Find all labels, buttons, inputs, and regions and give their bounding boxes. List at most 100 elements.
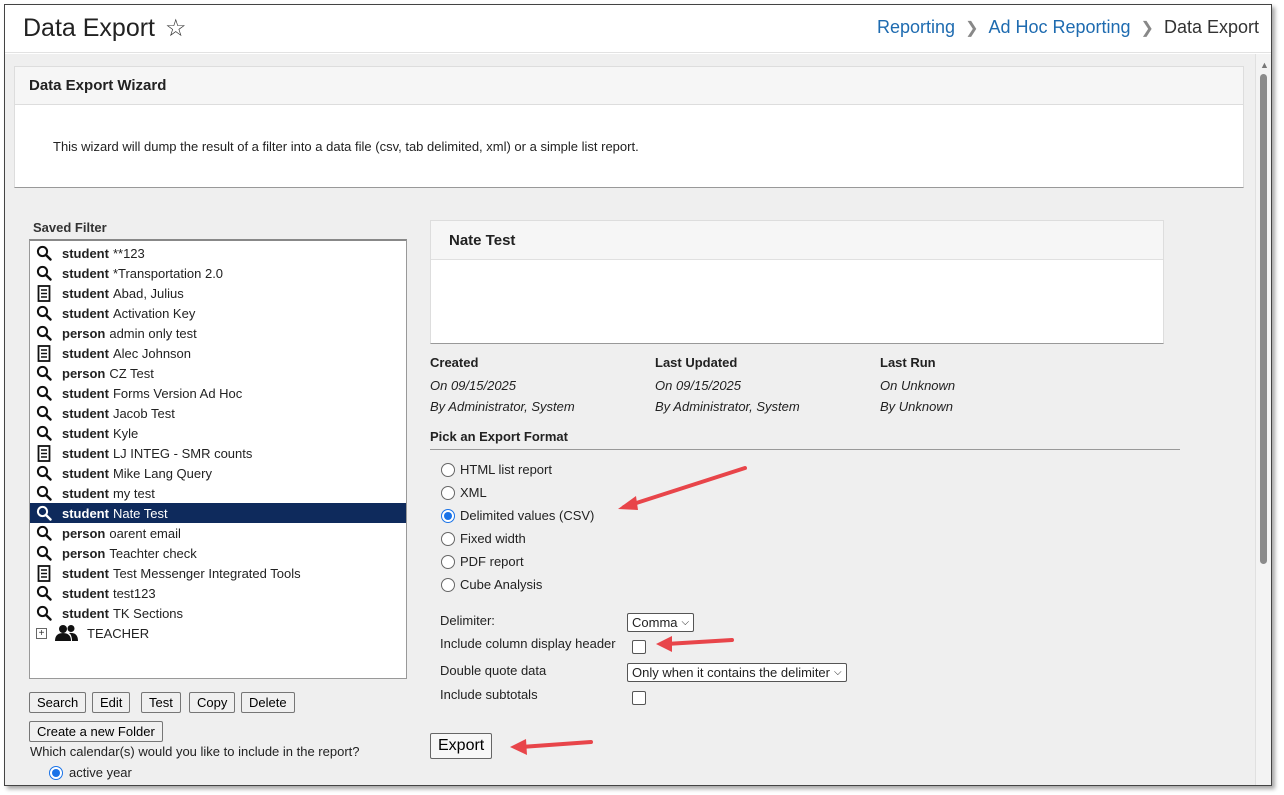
format-option-pdf[interactable]: PDF report	[441, 554, 524, 569]
export-button[interactable]: Export	[430, 733, 493, 759]
filter-list-item[interactable]: student Alec Johnson	[30, 343, 406, 363]
double-quote-select[interactable]: Only when it contains the delimiter ⌵	[627, 663, 847, 682]
column-header-label: Include column display header	[440, 636, 616, 651]
format-label: HTML list report	[460, 462, 552, 477]
active-year-label: active year	[69, 765, 132, 780]
filter-list-item[interactable]: student Nate Test	[30, 503, 406, 523]
wizard-description: This wizard will dump the result of a fi…	[14, 104, 1244, 188]
scrollbar-thumb[interactable]	[1260, 74, 1267, 564]
search-icon	[34, 464, 54, 482]
annotation-arrow-icon	[510, 739, 593, 755]
active-year-option[interactable]: active year	[49, 765, 132, 780]
filter-name: LJ INTEG - SMR counts	[112, 445, 253, 461]
format-option-csv[interactable]: Delimited values (CSV)	[441, 508, 594, 523]
filter-list-item[interactable]: student my test	[30, 483, 406, 503]
folder-item-teacher[interactable]: + TEACHER	[30, 623, 406, 643]
filter-name: Mike Lang Query	[112, 465, 212, 481]
filter-type: student	[62, 585, 109, 601]
filter-name: Activation Key	[112, 305, 196, 321]
test-button[interactable]: Test	[141, 692, 181, 713]
filter-list-item[interactable]: student test123	[30, 583, 406, 603]
filter-list-item[interactable]: student Forms Version Ad Hoc	[30, 383, 406, 403]
filter-list-item[interactable]: student Abad, Julius	[30, 283, 406, 303]
delimiter-value: Comma	[632, 615, 678, 630]
format-option-fixed-width[interactable]: Fixed width	[441, 531, 526, 546]
search-icon	[34, 604, 54, 622]
subtotals-checkbox[interactable]	[632, 691, 646, 705]
search-icon	[34, 404, 54, 422]
search-icon	[34, 304, 54, 322]
filter-type: student	[62, 285, 109, 301]
saved-filter-list[interactable]: student **123 student *Transportation 2.0 st…	[29, 239, 407, 679]
last-run-by: By Unknown	[880, 399, 953, 414]
filter-list-item[interactable]: student Jacob Test	[30, 403, 406, 423]
chevron-right-icon: ❯	[1140, 19, 1154, 37]
filter-list-item[interactable]: student Mike Lang Query	[30, 463, 406, 483]
expand-icon[interactable]: +	[36, 627, 47, 639]
filter-type: student	[62, 605, 109, 621]
format-radio[interactable]	[441, 485, 455, 500]
format-label: Cube Analysis	[460, 577, 543, 592]
format-radio[interactable]	[441, 577, 455, 592]
filter-name: **123	[112, 245, 145, 261]
format-radio-selected[interactable]	[441, 508, 455, 523]
filter-name: TK Sections	[112, 605, 184, 621]
filter-name: Nate Test	[112, 505, 168, 521]
filter-list-item[interactable]: person oarent email	[30, 523, 406, 543]
search-button[interactable]: Search	[29, 692, 87, 713]
double-quote-label: Double quote data	[440, 663, 547, 678]
filter-type: person	[62, 545, 106, 561]
list-icon	[34, 444, 54, 462]
delimiter-select[interactable]: Comma ⌵	[627, 613, 695, 632]
format-label: PDF report	[460, 554, 524, 569]
filter-type: student	[62, 505, 109, 521]
filter-name: *Transportation 2.0	[112, 265, 224, 281]
filter-type: student	[62, 345, 109, 361]
subtotals-label: Include subtotals	[440, 687, 538, 702]
list-icon	[34, 284, 54, 302]
search-icon	[34, 524, 54, 542]
filter-list-item[interactable]: student Activation Key	[30, 303, 406, 323]
breadcrumb-reporting[interactable]: Reporting	[877, 17, 955, 38]
format-option-xml[interactable]: XML	[441, 485, 487, 500]
edit-button[interactable]: Edit	[92, 692, 131, 713]
breadcrumb-ad-hoc-reporting[interactable]: Ad Hoc Reporting	[988, 17, 1130, 38]
filter-name: Forms Version Ad Hoc	[112, 385, 243, 401]
search-icon	[34, 364, 54, 382]
wizard-title: Data Export Wizard	[14, 66, 1244, 104]
page-title-text: Data Export	[23, 14, 156, 42]
filter-name: Teachter check	[109, 545, 197, 561]
format-radio[interactable]	[441, 531, 455, 546]
format-option-cube[interactable]: Cube Analysis	[441, 577, 542, 592]
filter-list-item[interactable]: person admin only test	[30, 323, 406, 343]
filter-list-item[interactable]: student **123	[30, 243, 406, 263]
delete-button[interactable]: Delete	[241, 692, 295, 713]
star-icon[interactable]: ☆	[165, 16, 187, 41]
filter-list-item[interactable]: student TK Sections	[30, 603, 406, 623]
main-content: Data Export Wizard This wizard will dump…	[5, 54, 1255, 785]
filter-list-item[interactable]: student LJ INTEG - SMR counts	[30, 443, 406, 463]
search-icon	[34, 584, 54, 602]
format-radio[interactable]	[441, 554, 455, 569]
filter-list-item[interactable]: student Test Messenger Integrated Tools	[30, 563, 406, 583]
filter-name: Jacob Test	[112, 405, 175, 421]
search-icon	[34, 384, 54, 402]
create-folder-button[interactable]: Create a new Folder	[29, 721, 163, 742]
list-icon	[34, 344, 54, 362]
last-run-label: Last Run	[880, 355, 936, 370]
copy-button[interactable]: Copy	[189, 692, 236, 713]
filter-list-item[interactable]: person CZ Test	[30, 363, 406, 383]
format-radio[interactable]	[441, 462, 455, 477]
active-year-radio[interactable]	[49, 765, 63, 780]
vertical-scrollbar[interactable]: ▲	[1255, 54, 1271, 785]
filter-list-item[interactable]: student *Transportation 2.0	[30, 263, 406, 283]
column-header-checkbox[interactable]	[632, 640, 646, 654]
filter-type: student	[62, 465, 109, 481]
search-icon	[34, 324, 54, 342]
delimiter-label: Delimiter:	[440, 613, 495, 628]
filter-list-item[interactable]: person Teachter check	[30, 543, 406, 563]
filter-list-item[interactable]: student Kyle	[30, 423, 406, 443]
saved-filter-label: Saved Filter	[33, 220, 107, 235]
format-option-html[interactable]: HTML list report	[441, 462, 552, 477]
scroll-up-icon[interactable]: ▲	[1260, 60, 1269, 70]
